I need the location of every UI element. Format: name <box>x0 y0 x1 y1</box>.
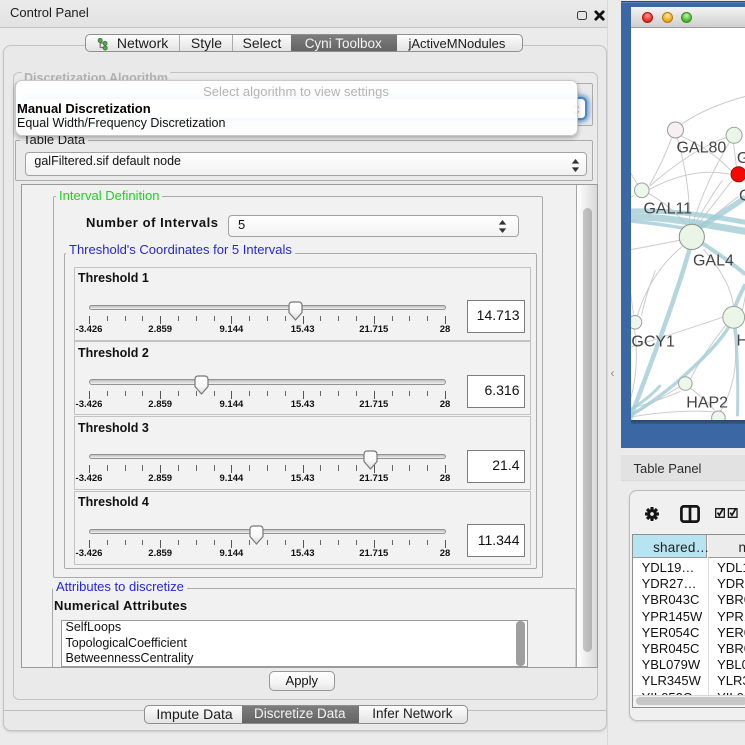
svg-text:GCY1: GCY1 <box>631 333 675 350</box>
svg-text:GAL80: GAL80 <box>676 139 726 156</box>
svg-text:H: H <box>736 332 745 349</box>
svg-text:C: C <box>738 187 745 204</box>
svg-text:GAL11: GAL11 <box>643 200 692 217</box>
svg-text:GAL4: GAL4 <box>692 252 733 269</box>
svg-text:HAP2: HAP2 <box>686 394 728 411</box>
svg-text:GA: GA <box>736 149 745 166</box>
